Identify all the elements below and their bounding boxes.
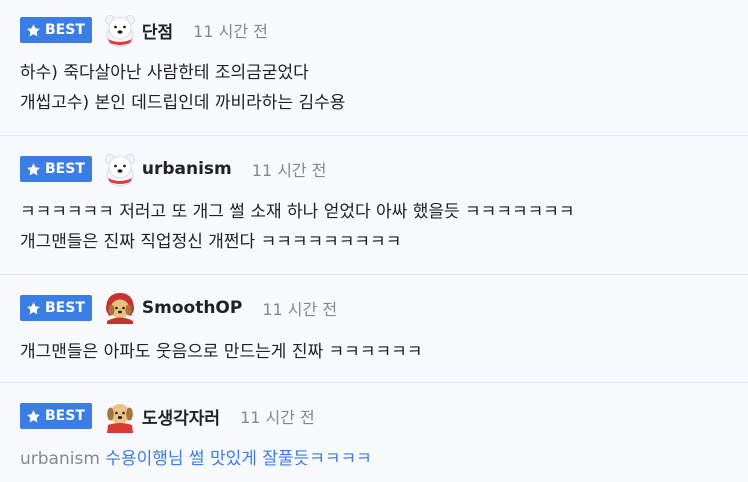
comment-line: 개그맨들은 진짜 직업정신 개쩐다 ㅋㅋㅋㅋㅋㅋㅋㅋㅋ (20, 232, 402, 252)
comment-item: BEST 단점 11 시간 전 하수) 죽다살아난 사람한테 조의금굳었다 개씹… (0, 0, 748, 136)
timestamp: 11 시간 전 (251, 161, 327, 180)
nickname[interactable]: 도생각자러 (142, 404, 220, 429)
reply-text: 수용이행님 썰 맛있게 잘풀듯ㅋㅋㅋㅋ (105, 449, 372, 469)
timestamp: 11 시간 전 (240, 408, 315, 427)
star-icon (26, 301, 41, 316)
comment-list: BEST 단점 11 시간 전 하수) 죽다살아난 사람한테 조의금굳었다 개씹… (0, 0, 748, 482)
comment-line: ㅋㅋㅋㅋㅋㅋ 저러고 또 개그 썰 소재 하나 얻었다 아싸 했을듯 ㅋㅋㅋㅋㅋ… (20, 202, 575, 222)
comment-body: urbanism 수용이행님 썰 맛있게 잘풀듯ㅋㅋㅋㅋ (20, 444, 372, 474)
comment-header: BEST SmoothOP 11 시간 전 (20, 290, 337, 326)
comment-header: BEST urbanism 11 시간 전 (20, 151, 326, 187)
comment-line: 하수) 죽다살아난 사람한테 조의금굳었다 (20, 63, 309, 83)
comment-body: 하수) 죽다살아난 사람한테 조의금굳었다 개씹고수) 본인 데드립인데 까비라… (20, 58, 345, 118)
reply-mention[interactable]: urbanism (20, 449, 100, 469)
best-badge-label: BEST (45, 300, 85, 316)
best-badge: BEST (20, 295, 92, 321)
comment-body: 개그맨들은 아파도 웃음으로 만드는게 진짜 ㅋㅋㅋㅋㅋㅋ (20, 337, 422, 367)
star-icon (26, 23, 41, 38)
comment-header: BEST 도생각자러 11 시간 전 (20, 398, 315, 434)
best-badge-label: BEST (45, 22, 85, 38)
polar-bear-icon[interactable] (102, 151, 138, 187)
comment-item: BEST 도생각자러 11 시간 전 urbanism 수용이행님 썰 맛있게 … (0, 383, 748, 482)
comment-item: BEST SmoothOP 11 시간 전 개그맨들은 아파도 웃음으로 만드는… (0, 275, 748, 383)
best-badge: BEST (20, 403, 92, 429)
polar-bear-icon[interactable] (102, 12, 138, 48)
nickname[interactable]: urbanism (142, 159, 232, 179)
star-icon (26, 162, 41, 177)
best-badge: BEST (20, 156, 92, 182)
best-badge-label: BEST (45, 161, 85, 177)
puppy-red-hood-icon[interactable] (102, 290, 138, 326)
best-badge: BEST (20, 17, 92, 43)
best-badge-label: BEST (45, 408, 85, 424)
comment-item: BEST urbanism 11 시간 전 ㅋㅋㅋㅋㅋㅋ 저러고 또 개그 썰 … (0, 136, 748, 275)
nickname[interactable]: 단점 (142, 18, 173, 43)
puppy-red-scarf-icon[interactable] (102, 398, 138, 434)
timestamp: 11 시간 전 (262, 300, 338, 319)
comment-body: ㅋㅋㅋㅋㅋㅋ 저러고 또 개그 썰 소재 하나 얻었다 아싸 했을듯 ㅋㅋㅋㅋㅋ… (20, 197, 575, 257)
nickname[interactable]: SmoothOP (142, 298, 242, 318)
comment-line: 개씹고수) 본인 데드립인데 까비라하는 김수용 (20, 93, 346, 113)
timestamp: 11 시간 전 (193, 22, 268, 41)
comment-header: BEST 단점 11 시간 전 (20, 12, 268, 48)
star-icon (26, 409, 41, 424)
comment-line: 개그맨들은 아파도 웃음으로 만드는게 진짜 ㅋㅋㅋㅋㅋㅋ (20, 342, 423, 362)
